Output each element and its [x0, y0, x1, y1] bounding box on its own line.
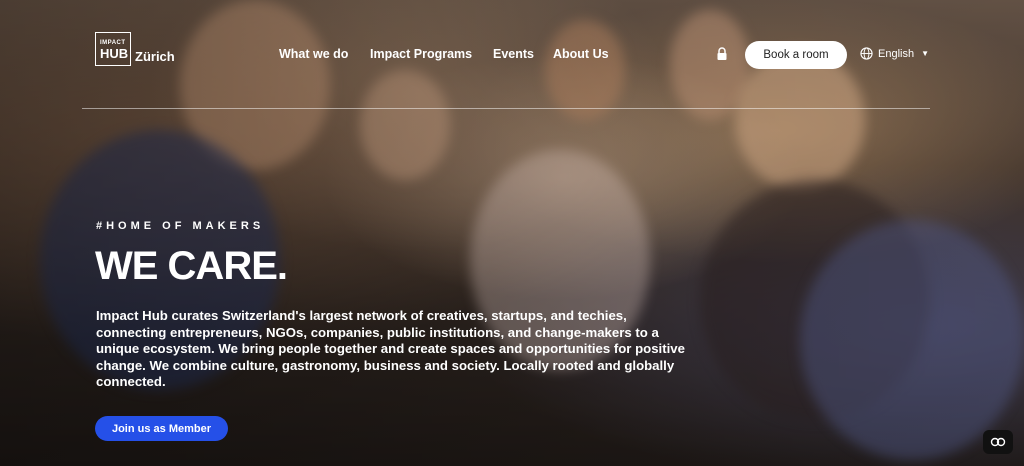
- lock-icon[interactable]: [716, 47, 728, 61]
- join-member-button[interactable]: Join us as Member: [95, 416, 228, 441]
- nav-item-what-we-do[interactable]: What we do: [279, 47, 348, 61]
- logo-mark: IMPACT HUB: [95, 32, 131, 66]
- logo-big-text: HUB: [100, 45, 129, 61]
- hero-overlay: [0, 0, 1024, 466]
- globe-icon: [860, 47, 873, 60]
- chat-widget-button[interactable]: [983, 430, 1013, 454]
- language-label: English: [878, 47, 915, 60]
- chat-icon: [990, 437, 1006, 447]
- hero-section: IMPACT HUB Zürich What we do Impact Prog…: [0, 0, 1024, 466]
- caret-down-icon: ▼: [921, 49, 929, 58]
- hero-eyebrow: #HOME OF MAKERS: [96, 220, 265, 232]
- nav-item-impact-programs[interactable]: Impact Programs: [370, 47, 472, 61]
- hero-description: Impact Hub curates Switzerland's largest…: [96, 308, 685, 390]
- language-selector[interactable]: English ▼: [860, 47, 929, 60]
- site-logo[interactable]: IMPACT HUB Zürich: [95, 32, 175, 66]
- logo-city: Zürich: [135, 48, 175, 64]
- header-divider: [82, 108, 930, 109]
- book-room-button[interactable]: Book a room: [745, 41, 847, 69]
- nav-item-events[interactable]: Events: [493, 47, 534, 61]
- nav-item-about-us[interactable]: About Us: [553, 47, 609, 61]
- hero-headline: WE CARE.: [95, 244, 288, 288]
